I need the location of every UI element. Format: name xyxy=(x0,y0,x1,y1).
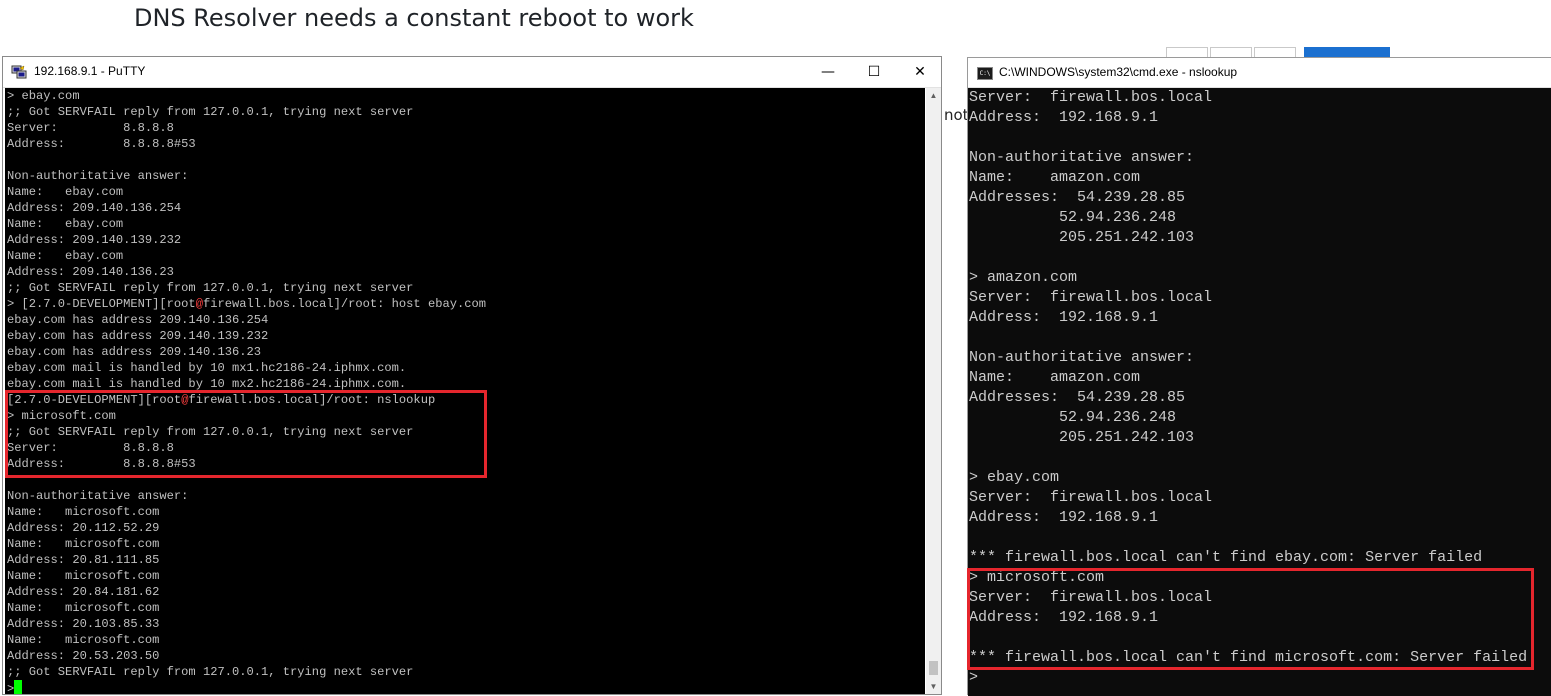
putty-line: > [2.7.0-DEVELOPMENT][root@firewall.bos.… xyxy=(7,297,487,311)
putty-line: > ebay.com xyxy=(7,89,80,103)
putty-line: Name: microsoft.com xyxy=(7,505,160,519)
scroll-down-icon[interactable]: ▼ xyxy=(926,679,941,694)
cmd-line: Name: amazon.com xyxy=(969,169,1141,186)
cmd-line: Address: 192.168.9.1 xyxy=(969,309,1159,326)
putty-line: Name: microsoft.com xyxy=(7,537,160,551)
cmd-line: Server: firewall.bos.local xyxy=(969,289,1213,306)
putty-highlight-box xyxy=(5,390,487,478)
putty-titlebar[interactable]: 192.168.9.1 - PuTTY — ☐ ✕ xyxy=(3,57,941,88)
cmd-line xyxy=(969,528,1527,548)
putty-line: Non-authoritative answer: xyxy=(7,489,189,503)
putty-window: 192.168.9.1 - PuTTY — ☐ ✕ > ebay.com ;; G… xyxy=(2,56,942,695)
cmd-window: C:\ C:\WINDOWS\system32\cmd.exe - nslook… xyxy=(967,57,1551,696)
cmd-line xyxy=(969,448,1527,468)
cmd-line: Server: firewall.bos.local xyxy=(969,489,1213,506)
cmd-line: Address: 192.168.9.1 xyxy=(969,509,1159,526)
putty-line: ebay.com has address 209.140.136.254 xyxy=(7,313,269,327)
putty-line: Server: 8.8.8.8 xyxy=(7,121,174,135)
putty-scrollbar[interactable]: ▲ ▼ xyxy=(926,88,941,694)
cmd-line: > amazon.com xyxy=(969,269,1078,286)
putty-line: Name: ebay.com xyxy=(7,185,124,199)
cmd-line: Name: amazon.com xyxy=(969,369,1141,386)
putty-line: Name: ebay.com xyxy=(7,217,124,231)
cmd-line: Server: firewall.bos.local xyxy=(969,89,1213,106)
putty-line: Address: 20.112.52.29 xyxy=(7,521,160,535)
putty-line: ebay.com mail is handled by 10 mx1.hc218… xyxy=(7,361,407,375)
putty-line: Address: 209.140.136.254 xyxy=(7,201,182,215)
minimize-button[interactable]: — xyxy=(805,57,851,87)
putty-line: Address: 20.103.85.33 xyxy=(7,617,160,631)
terminal-cursor xyxy=(14,680,23,694)
putty-line: Address: 20.81.111.85 xyxy=(7,553,160,567)
maximize-button[interactable]: ☐ xyxy=(851,57,897,87)
cmd-line: 205.251.242.103 xyxy=(969,429,1195,446)
putty-line xyxy=(7,152,486,168)
putty-line: ;; Got SERVFAIL reply from 127.0.0.1, tr… xyxy=(7,281,414,295)
putty-line: Address: 20.53.203.50 xyxy=(7,649,160,663)
background-partial-text: not xyxy=(944,106,969,124)
putty-line: Non-authoritative answer: xyxy=(7,169,189,183)
page-title: DNS Resolver needs a constant reboot to … xyxy=(134,4,694,32)
cmd-app-icon: C:\ xyxy=(977,67,993,80)
cmd-line: 52.94.236.248 xyxy=(969,409,1177,426)
cmd-line: Address: 192.168.9.1 xyxy=(969,109,1159,126)
putty-line: Name: microsoft.com xyxy=(7,569,160,583)
cmd-line: > ebay.com xyxy=(969,469,1060,486)
putty-line: ebay.com has address 209.140.139.232 xyxy=(7,329,269,343)
cmd-line: Non-authoritative answer: xyxy=(969,149,1195,166)
putty-line: Address: 8.8.8.8#53 xyxy=(7,137,196,151)
putty-line: Name: microsoft.com xyxy=(7,633,160,647)
putty-line: Name: microsoft.com xyxy=(7,601,160,615)
putty-line: Address: 209.140.139.232 xyxy=(7,233,182,247)
cmd-line: *** firewall.bos.local can't find ebay.c… xyxy=(969,549,1483,566)
cmd-titlebar[interactable]: C:\ C:\WINDOWS\system32\cmd.exe - nslook… xyxy=(968,58,1551,88)
putty-line: ebay.com has address 209.140.136.23 xyxy=(7,345,262,359)
putty-line: ;; Got SERVFAIL reply from 127.0.0.1, tr… xyxy=(7,105,414,119)
putty-line: ;; Got SERVFAIL reply from 127.0.0.1, tr… xyxy=(7,665,414,679)
putty-title: 192.168.9.1 - PuTTY xyxy=(34,64,146,78)
scroll-up-icon[interactable]: ▲ xyxy=(926,88,941,103)
cmd-highlight-box xyxy=(967,568,1534,670)
cmd-line: Addresses: 54.239.28.85 xyxy=(969,189,1186,206)
putty-line: > xyxy=(7,680,486,694)
cmd-title: C:\WINDOWS\system32\cmd.exe - nslookup xyxy=(999,65,1238,79)
putty-line: Address: 209.140.136.23 xyxy=(7,265,174,279)
cmd-line: Addresses: 54.239.28.85 xyxy=(969,389,1186,406)
cmd-line: 205.251.242.103 xyxy=(969,229,1195,246)
putty-line: Address: 20.84.181.62 xyxy=(7,585,160,599)
cmd-line xyxy=(969,248,1527,268)
cmd-line: 52.94.236.248 xyxy=(969,209,1177,226)
scrollbar-thumb[interactable] xyxy=(929,661,938,675)
cmd-line xyxy=(969,128,1527,148)
cmd-line: > xyxy=(969,669,979,686)
close-button[interactable]: ✕ xyxy=(897,57,943,87)
cmd-line xyxy=(969,328,1527,348)
putty-app-icon xyxy=(11,65,27,79)
cmd-line: Non-authoritative answer: xyxy=(969,349,1195,366)
putty-line: Name: ebay.com xyxy=(7,249,124,263)
